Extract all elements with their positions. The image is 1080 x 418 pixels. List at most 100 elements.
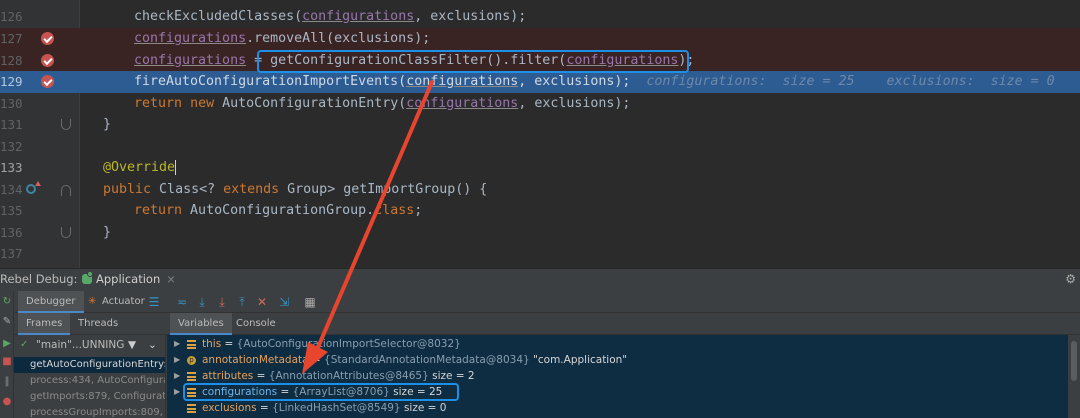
expand-arrow-icon[interactable]: ▶ — [174, 336, 180, 352]
breakpoint-icon[interactable] — [41, 53, 54, 67]
line-number: 128 — [0, 52, 23, 68]
debug-window-title: Rebel Debug: — [0, 272, 78, 286]
line-number: 136 — [0, 224, 23, 240]
debugger-toolbar: Debugger ✳ Actuator ☰ ≂ ⤓ ⤓ ⤒ ✕ ⇲ ▦ — [14, 291, 1080, 313]
scrollbar-thumb[interactable] — [1071, 341, 1077, 381]
run-to-cursor-icon[interactable]: ⇲ — [276, 294, 292, 310]
close-tab-icon[interactable]: × — [166, 272, 176, 286]
list-icon[interactable]: ☰ — [146, 294, 162, 310]
bug-icon — [82, 271, 93, 284]
code-text: } — [103, 224, 112, 240]
line-number: 131 — [0, 117, 23, 132]
code-text: fireAutoConfigurationImportEvents(config… — [134, 74, 1055, 89]
fold-icon[interactable] — [61, 184, 71, 196]
line-number: 127 — [0, 31, 23, 46]
stack-frame[interactable]: process:434, AutoConfigura — [14, 373, 165, 389]
drop-frame-icon[interactable]: ✕ — [254, 294, 270, 310]
force-step-into-icon[interactable]: ⤒ — [234, 294, 250, 310]
tab-debugger[interactable]: Debugger — [18, 291, 84, 313]
code-text: @Override — [103, 159, 177, 175]
debug-tool-window: Rebel Debug: Application × ⚙ ↻ ✎ ▶ ■ ‖ ● … — [0, 268, 1080, 418]
thread-selector[interactable]: ✓ "main"...UNNING ▼ ⌄ — [14, 335, 165, 355]
code-line-133[interactable]: 133 @Override — [0, 157, 1080, 179]
tab-frames[interactable]: Frames — [18, 313, 71, 335]
implements-icon[interactable] — [26, 180, 41, 194]
tab-variables[interactable]: Variables — [170, 313, 232, 335]
variables-pane: ▶ this = {AutoConfigurationImportSelecto… — [167, 335, 1068, 418]
code-text: configurations.removeAll(exclusions); — [134, 31, 431, 46]
line-number: 133 — [0, 160, 23, 175]
code-text: } — [103, 117, 112, 132]
rerun-icon[interactable]: ↻ — [2, 297, 12, 307]
step-over-icon[interactable]: ⤓ — [194, 294, 210, 310]
fold-icon[interactable] — [61, 226, 71, 238]
variable-row[interactable]: ▶ p annotationMetadata = {StandardAnnota… — [167, 352, 1068, 368]
code-line-131[interactable]: 131 } — [0, 114, 1080, 136]
parameter-icon: p — [187, 356, 196, 365]
breakpoint-icon[interactable] — [41, 75, 54, 88]
step-into-icon[interactable]: ⤓ — [214, 294, 230, 310]
code-text: public Class<? extends Group> getImportG… — [103, 181, 488, 197]
show-execution-point-icon[interactable]: ≂ — [174, 294, 190, 310]
code-line-137[interactable]: 137 — [0, 243, 1080, 265]
stack-frame[interactable]: processGroupImports:809, — [14, 405, 165, 418]
filter-icon[interactable]: ▼ — [128, 335, 136, 355]
code-editor[interactable]: 126 checkExcludedClasses(configurations,… — [0, 0, 1080, 268]
fold-icon[interactable] — [61, 119, 71, 130]
variable-icon — [187, 388, 196, 397]
debug-title-bar: Rebel Debug: Application × ⚙ — [0, 269, 1080, 289]
pause-icon[interactable]: ‖ — [2, 377, 12, 387]
code-text: return AutoConfigurationGroup.class; — [134, 203, 423, 218]
variable-icon — [187, 372, 196, 381]
chevron-down-icon[interactable]: ⌄ — [148, 335, 157, 355]
tab-application[interactable]: Application × — [80, 269, 180, 289]
code-text: checkExcludedClasses(configurations, exc… — [134, 9, 527, 24]
variable-row[interactable]: ▶ this = {AutoConfigurationImportSelecto… — [167, 336, 1068, 352]
code-line-132[interactable]: 132 — [0, 136, 1080, 158]
expand-arrow-icon[interactable]: ▶ — [174, 352, 180, 368]
stack-frame[interactable]: getImports:879, Configurati — [14, 389, 165, 405]
code-line-130[interactable]: 130 return new AutoConfigurationEntry(co… — [0, 93, 1080, 115]
code-line-127[interactable]: 127 configurations.removeAll(exclusions)… — [0, 28, 1080, 50]
gear-icon[interactable]: ⚙ — [1065, 269, 1076, 289]
variable-row[interactable]: ▶ exclusions = {LinkedHashSet@8549} size… — [167, 400, 1068, 416]
code-line-134[interactable]: 134 public Class<? extends Group> getImp… — [0, 179, 1080, 201]
line-number: 137 — [0, 246, 23, 261]
variable-row-configurations[interactable]: ▶ configurations = {ArrayList@8706} size… — [167, 384, 1068, 400]
resume-icon[interactable]: ▶ — [2, 339, 12, 349]
code-line-126[interactable]: 126 checkExcludedClasses(configurations,… — [0, 6, 1080, 28]
view-breakpoints-icon[interactable]: ● — [2, 397, 12, 407]
code-line-129-execution-point[interactable]: 129 fireAutoConfigurationImportEvents(co… — [0, 71, 1080, 93]
stack-frame[interactable]: getAutoConfigurationEntry:1 — [14, 357, 165, 373]
line-number: 132 — [0, 138, 23, 154]
breakpoint-icon[interactable] — [41, 32, 54, 45]
tab-console[interactable]: Console — [228, 313, 284, 335]
code-line-128[interactable]: 128 configurations = getConfigurationCla… — [0, 49, 1080, 71]
tab-threads[interactable]: Threads — [70, 313, 126, 335]
code-text: return new AutoConfigurationEntry(config… — [134, 95, 631, 111]
thread-name: "main"...UNNING — [36, 339, 125, 351]
frames-pane: ✓ "main"...UNNING ▼ ⌄ getAutoConfigurati… — [14, 335, 166, 418]
expand-arrow-icon[interactable]: ▶ — [174, 384, 180, 400]
expand-arrow-icon[interactable]: ▶ — [174, 368, 180, 384]
evaluate-icon[interactable]: ▦ — [302, 294, 318, 310]
code-line-136[interactable]: 136 } — [0, 222, 1080, 244]
variable-row[interactable]: ▶ attributes = {AnnotationAttributes@846… — [167, 368, 1068, 384]
line-number: 134 — [0, 181, 23, 197]
line-number: 129 — [0, 74, 23, 89]
line-number: 126 — [0, 9, 23, 24]
checkmark-icon: ✓ — [20, 339, 29, 350]
tab-actuator[interactable]: ✳ Actuator — [82, 291, 153, 313]
text-caret — [175, 159, 177, 175]
debug-side-toolbar: ↻ ✎ ▶ ■ ‖ ● — [0, 291, 14, 418]
stop-icon[interactable]: ■ — [2, 357, 12, 367]
settings-wrench-icon[interactable]: ✎ — [2, 317, 12, 327]
code-line-135[interactable]: 135 return AutoConfigurationGroup.class; — [0, 200, 1080, 222]
line-number: 130 — [0, 95, 23, 111]
actuator-icon: ✳ — [88, 296, 97, 307]
variable-icon — [187, 340, 196, 349]
code-text: configurations = getConfigurationClassFi… — [134, 52, 695, 68]
variables-scrollbar[interactable] — [1068, 335, 1080, 418]
line-number: 135 — [0, 203, 23, 218]
debug-panes-tabs: Frames Threads Variables Console — [14, 313, 1080, 335]
